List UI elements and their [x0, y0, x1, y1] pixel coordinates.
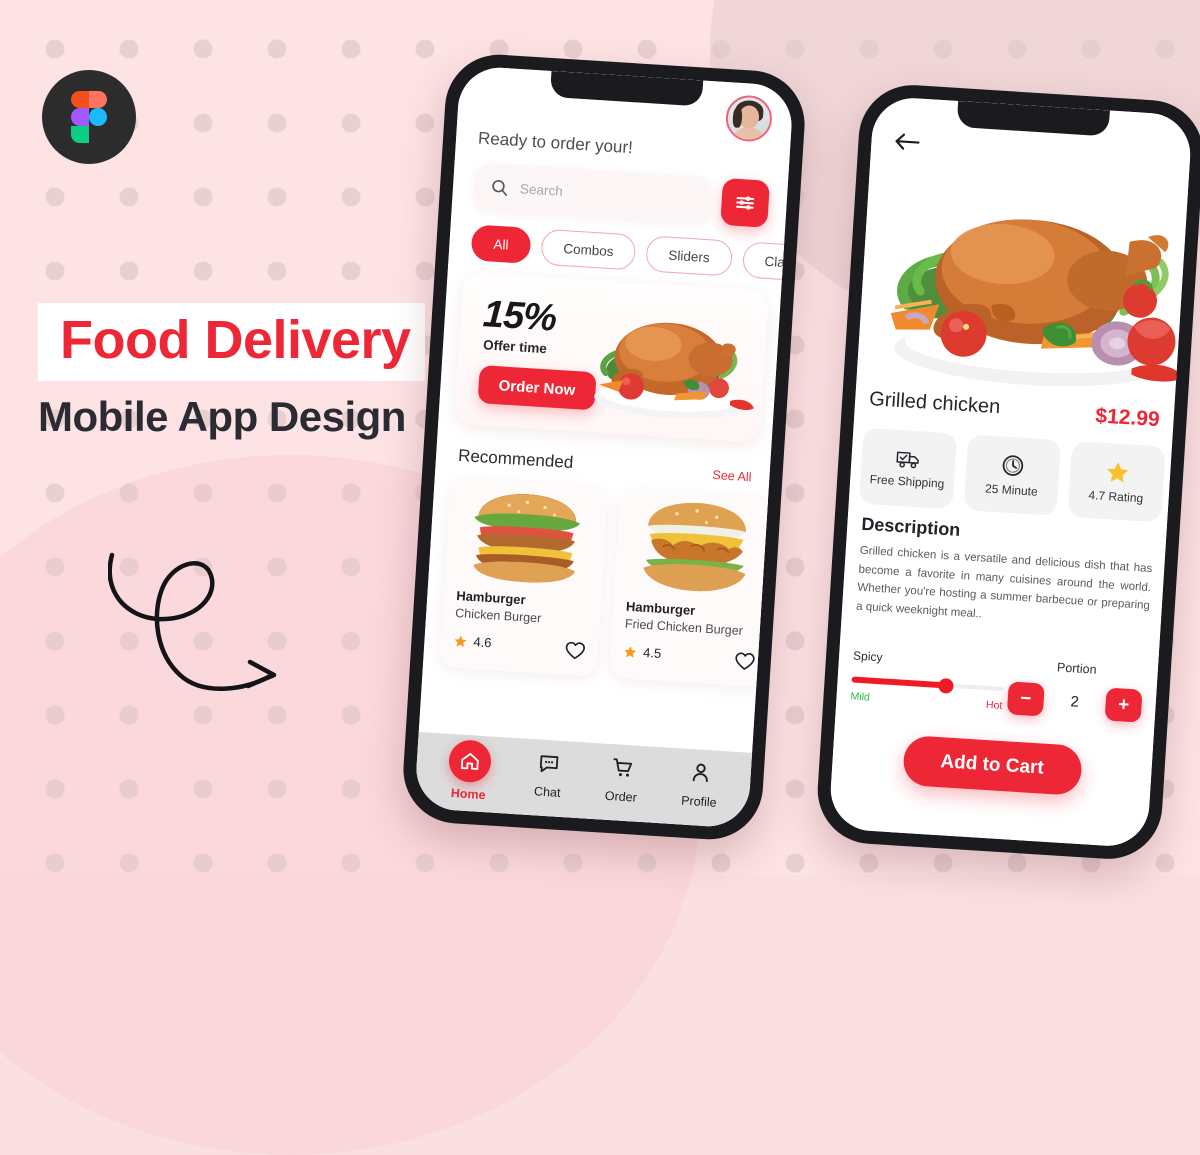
badge-label: 4.7 Rating: [1088, 487, 1144, 506]
page-title-band: Food Delivery: [38, 303, 425, 381]
search-row: Search: [473, 162, 771, 228]
filter-sliders-icon: [736, 196, 755, 210]
slider-end-labels: Mild Hot: [850, 690, 1002, 712]
portion-increase-button[interactable]: +: [1104, 687, 1143, 723]
badge-free-shipping: Free Shipping: [858, 427, 957, 510]
chicken-burger-image: [473, 494, 581, 583]
slider-fill: [851, 676, 945, 689]
star-icon: [1106, 462, 1129, 483]
section-title: Recommended: [457, 445, 574, 473]
greeting-text: Ready to order your!: [477, 128, 634, 158]
badge-label: 25 Minute: [984, 481, 1039, 499]
description-heading: Description: [860, 513, 961, 540]
cart-icon: [610, 755, 636, 785]
tab-label: Home: [450, 785, 486, 802]
badge-label: Free Shipping: [869, 472, 945, 491]
category-chip-list: All Combos Sliders Cla: [470, 224, 795, 282]
tab-label: Order: [604, 788, 638, 805]
bottom-tab-bar: Home Chat Order Profile: [413, 731, 753, 829]
search-input[interactable]: Search: [473, 162, 712, 225]
product-title: Grilled chicken: [868, 388, 1001, 419]
clock-icon: [1002, 455, 1024, 476]
spicy-label: Spicy: [852, 648, 883, 665]
chat-bubble-icon: [536, 750, 562, 780]
search-placeholder: Search: [519, 181, 564, 199]
star-icon: [454, 635, 467, 647]
roast-chicken-platter-image: [890, 219, 1193, 387]
tab-label: Chat: [533, 784, 561, 800]
detail-screen: Grilled chicken $12.99 Free Shipping 25 …: [828, 95, 1193, 849]
food-card-rating: 4.6: [453, 633, 492, 650]
slider-knob[interactable]: [937, 677, 954, 694]
promo-percent: 15%: [481, 293, 558, 340]
user-avatar[interactable]: [724, 94, 774, 143]
page-subtitle: Mobile App Design: [38, 393, 406, 440]
portion-decrease-button[interactable]: −: [1006, 681, 1045, 717]
page-title: Food Delivery: [60, 310, 411, 370]
home-icon: [448, 738, 493, 784]
recommended-card-list: Hamburger Chicken Burger 4.6 Hamburger F…: [438, 477, 779, 688]
slider-max-label: Hot: [985, 698, 1003, 712]
tab-chat[interactable]: Chat: [534, 750, 563, 800]
food-card-subtitle: Chicken Burger: [454, 606, 542, 626]
star-icon: [624, 645, 637, 658]
portion-value: 2: [1069, 693, 1080, 711]
roast-chicken-platter-image: [594, 322, 754, 419]
spicy-slider[interactable]: [851, 676, 1004, 694]
person-icon: [688, 760, 714, 790]
favorite-heart-icon[interactable]: [733, 650, 756, 673]
add-to-cart-button[interactable]: Add to Cart: [901, 734, 1083, 796]
badge-rating: 4.7 Rating: [1067, 440, 1166, 523]
rating-value: 4.6: [473, 634, 493, 651]
see-all-link[interactable]: See All: [712, 468, 752, 484]
figma-glyph: [71, 91, 107, 143]
description-body: Grilled chicken is a versatile and delic…: [855, 544, 1153, 621]
tab-label: Profile: [680, 793, 718, 810]
curly-arrow-icon: [108, 552, 277, 692]
figma-logo: [42, 70, 136, 164]
product-info-badges: Free Shipping 25 Minute 4.7 Rating: [858, 427, 1166, 523]
food-card[interactable]: Hamburger Chicken Burger 4.6: [438, 477, 609, 677]
category-chip-all[interactable]: All: [470, 224, 532, 264]
filter-button[interactable]: [720, 177, 771, 228]
favorite-heart-icon[interactable]: [563, 639, 586, 662]
back-arrow-icon[interactable]: [893, 131, 921, 153]
portion-stepper: − 2 +: [1006, 681, 1143, 723]
product-price: $12.99: [1094, 404, 1161, 432]
category-chip-combos[interactable]: Combos: [540, 228, 637, 271]
food-card-title: Hamburger: [455, 588, 527, 608]
recommended-section-header: Recommended See All: [458, 446, 753, 484]
category-chip-classics[interactable]: Cla: [741, 241, 795, 282]
search-icon: [492, 179, 508, 196]
food-card-subtitle: Fried Chicken Burger: [624, 616, 744, 639]
spicy-control: Spicy Mild Hot: [850, 648, 1005, 712]
slider-min-label: Mild: [850, 690, 871, 704]
tab-profile[interactable]: Profile: [681, 760, 719, 810]
food-card-rating: 4.5: [623, 644, 662, 661]
category-chip-sliders[interactable]: Sliders: [645, 235, 733, 277]
portion-label: Portion: [1056, 660, 1097, 677]
badge-delivery-time: 25 Minute: [963, 434, 1062, 516]
promo-subtitle: Offer time: [482, 337, 548, 357]
tab-home[interactable]: Home: [447, 738, 493, 802]
fried-chicken-burger-image: [643, 502, 746, 592]
portion-control: Portion − 2 +: [1006, 657, 1144, 723]
home-screen: Ready to order your! Search All Combos S…: [413, 65, 795, 829]
rating-value: 4.5: [642, 644, 662, 661]
phone-mockup-home: Ready to order your! Search All Combos S…: [400, 51, 808, 843]
food-card-title: Hamburger: [625, 598, 696, 619]
food-card[interactable]: Hamburger Fried Chicken Burger 4.5: [608, 488, 779, 688]
delivery-truck-icon: [896, 451, 919, 469]
phone-mockup-detail: Grilled chicken $12.99 Free Shipping 25 …: [814, 81, 1200, 863]
tab-order[interactable]: Order: [604, 755, 639, 805]
promo-banner[interactable]: 15% Offer time Order Now: [454, 271, 770, 443]
